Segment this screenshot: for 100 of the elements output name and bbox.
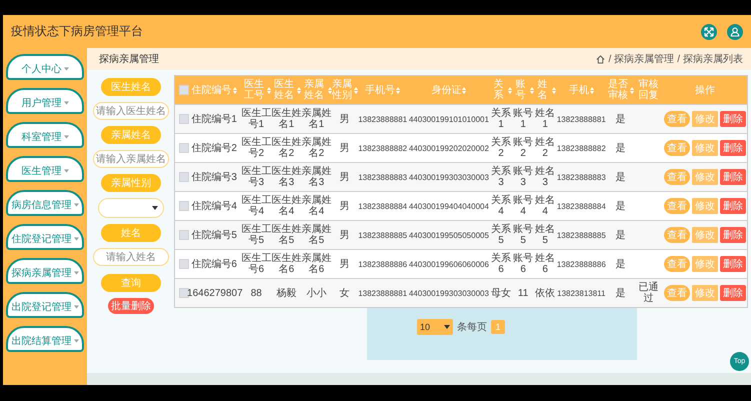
column-header[interactable]: 审核回复 bbox=[634, 79, 663, 101]
table-cell: 关系5 bbox=[490, 224, 512, 246]
edit-button[interactable]: 修改 bbox=[692, 198, 718, 214]
table-cell: 医生姓名1 bbox=[271, 108, 302, 130]
column-header[interactable]: 关系 bbox=[490, 79, 508, 101]
delete-button[interactable]: 删除 bbox=[720, 227, 746, 243]
input-field[interactable]: 请输入姓名 bbox=[93, 248, 169, 266]
row-checkbox[interactable] bbox=[179, 142, 189, 153]
column-header[interactable]: 亲属性别 bbox=[332, 79, 353, 101]
column-header[interactable]: 是否审核 bbox=[606, 79, 630, 101]
home-icon[interactable] bbox=[596, 54, 606, 64]
table-cell: 13823888881 bbox=[358, 114, 408, 124]
delete-button[interactable]: 删除 bbox=[720, 140, 746, 156]
delete-button[interactable]: 删除 bbox=[720, 169, 746, 185]
view-button[interactable]: 查看 bbox=[664, 111, 690, 127]
fullscreen-icon[interactable] bbox=[701, 24, 717, 40]
view-button[interactable]: 查看 bbox=[664, 256, 690, 272]
sort-icon[interactable] bbox=[552, 86, 556, 94]
table-cell-text: 男 bbox=[338, 230, 351, 240]
delete-button[interactable]: 删除 bbox=[720, 256, 746, 272]
table-cell: 医生工号3 bbox=[241, 166, 272, 188]
input-field[interactable]: 请输入医生姓名 bbox=[93, 102, 169, 120]
caret-icon bbox=[74, 202, 78, 206]
delete-button[interactable]: 删除 bbox=[720, 285, 746, 301]
edit-button[interactable]: 修改 bbox=[692, 140, 718, 156]
sidebar-item[interactable]: 探病亲属管理 bbox=[6, 258, 84, 284]
table-cell: 关系3 bbox=[490, 166, 512, 188]
page-button[interactable]: 1 bbox=[491, 320, 505, 334]
search-button[interactable]: 查询 bbox=[101, 274, 161, 292]
row-checkbox[interactable] bbox=[179, 200, 189, 211]
sidebar-item[interactable]: 用户管理 bbox=[6, 88, 84, 114]
sort-icon[interactable] bbox=[508, 86, 512, 94]
select-field[interactable] bbox=[98, 198, 164, 218]
column-header[interactable]: 账号 bbox=[512, 79, 530, 101]
row-checkbox[interactable] bbox=[179, 172, 189, 182]
column-header[interactable]: 医生姓名 bbox=[271, 79, 296, 101]
column-header[interactable]: 姓名 bbox=[534, 79, 552, 101]
table-cell: 姓名3 bbox=[534, 166, 556, 188]
column-header[interactable]: 身份证 bbox=[431, 84, 462, 96]
table-cell: 医生工号5 bbox=[241, 224, 272, 246]
edit-button[interactable]: 修改 bbox=[692, 111, 718, 127]
input-field[interactable]: 请输入亲属姓名 bbox=[93, 150, 169, 168]
select-all-checkbox[interactable] bbox=[179, 84, 189, 95]
table-cell: 姓名1 bbox=[534, 108, 556, 130]
column-header[interactable]: 亲属姓名 bbox=[301, 79, 326, 101]
row-checkbox[interactable] bbox=[179, 230, 189, 240]
sort-icon[interactable] bbox=[530, 86, 534, 94]
edit-button[interactable]: 修改 bbox=[692, 169, 718, 185]
view-button[interactable]: 查看 bbox=[664, 140, 690, 156]
sidebar-item[interactable]: 出院结算管理 bbox=[6, 326, 84, 352]
filter-label: 亲属姓名 bbox=[101, 126, 161, 144]
delete-button[interactable]: 删除 bbox=[720, 111, 746, 127]
column-header[interactable]: 手机号 bbox=[365, 84, 396, 96]
breadcrumb-item[interactable]: 探病亲属列表 bbox=[683, 52, 743, 66]
table-cell-text: 是 bbox=[614, 142, 626, 154]
sidebar-item[interactable]: 个人中心 bbox=[6, 54, 84, 80]
edit-button[interactable]: 修改 bbox=[692, 256, 718, 272]
table-cell-text: 住院编号4 bbox=[190, 200, 238, 212]
sort-icon[interactable] bbox=[267, 86, 272, 94]
sort-icon[interactable] bbox=[297, 86, 302, 94]
sort-icon[interactable] bbox=[630, 86, 634, 94]
sort-icon[interactable] bbox=[354, 86, 358, 94]
table-cell: 姓名4 bbox=[534, 195, 556, 217]
table-cell-text: 男 bbox=[338, 114, 351, 124]
sidebar-item[interactable]: 病房信息管理 bbox=[6, 190, 84, 216]
page-size-label: 条每页 bbox=[457, 321, 487, 334]
view-button[interactable]: 查看 bbox=[664, 198, 690, 214]
delete-button[interactable]: 删除 bbox=[720, 198, 746, 214]
sidebar-item[interactable]: 出院登记管理 bbox=[6, 292, 84, 318]
row-checkbox[interactable] bbox=[179, 258, 189, 269]
row-checkbox[interactable] bbox=[179, 288, 189, 298]
edit-button[interactable]: 修改 bbox=[692, 227, 718, 243]
edit-button[interactable]: 修改 bbox=[692, 285, 718, 301]
table-cell-text: 11 bbox=[516, 288, 530, 298]
batch-delete-button[interactable]: 批量删除 bbox=[108, 298, 154, 314]
caret-icon bbox=[152, 206, 158, 210]
view-button[interactable]: 查看 bbox=[664, 227, 690, 243]
sort-icon[interactable] bbox=[396, 86, 400, 94]
user-icon[interactable] bbox=[727, 24, 743, 40]
column-header[interactable]: 住院编号 bbox=[192, 84, 232, 96]
sort-icon[interactable] bbox=[232, 86, 237, 94]
sidebar-item[interactable]: 科室管理 bbox=[6, 122, 84, 148]
sort-icon[interactable] bbox=[462, 86, 466, 94]
caret-icon bbox=[74, 304, 78, 308]
column-header[interactable]: 手机 bbox=[568, 84, 589, 96]
column-header[interactable]: 医生工号 bbox=[241, 79, 266, 101]
breadcrumb-item[interactable]: 探病亲属管理 bbox=[614, 52, 674, 66]
sidebar-item[interactable]: 医生管理 bbox=[6, 156, 84, 182]
sort-icon[interactable] bbox=[328, 86, 332, 94]
page-title: 探病亲属管理 bbox=[99, 52, 159, 66]
view-button[interactable]: 查看 bbox=[664, 169, 690, 185]
table-cell: 13823888881 bbox=[556, 114, 606, 124]
sidebar-item[interactable]: 住院登记管理 bbox=[6, 224, 84, 250]
page-size-select[interactable]: 10 bbox=[417, 319, 453, 335]
view-button[interactable]: 查看 bbox=[664, 285, 690, 301]
column-header[interactable]: 操作 bbox=[694, 84, 715, 96]
app-title: 疫情状态下病房管理平台 bbox=[11, 23, 143, 40]
row-checkbox[interactable] bbox=[179, 114, 189, 124]
table-cell: 亲属姓名2 bbox=[301, 137, 332, 159]
sort-icon[interactable] bbox=[590, 86, 594, 94]
